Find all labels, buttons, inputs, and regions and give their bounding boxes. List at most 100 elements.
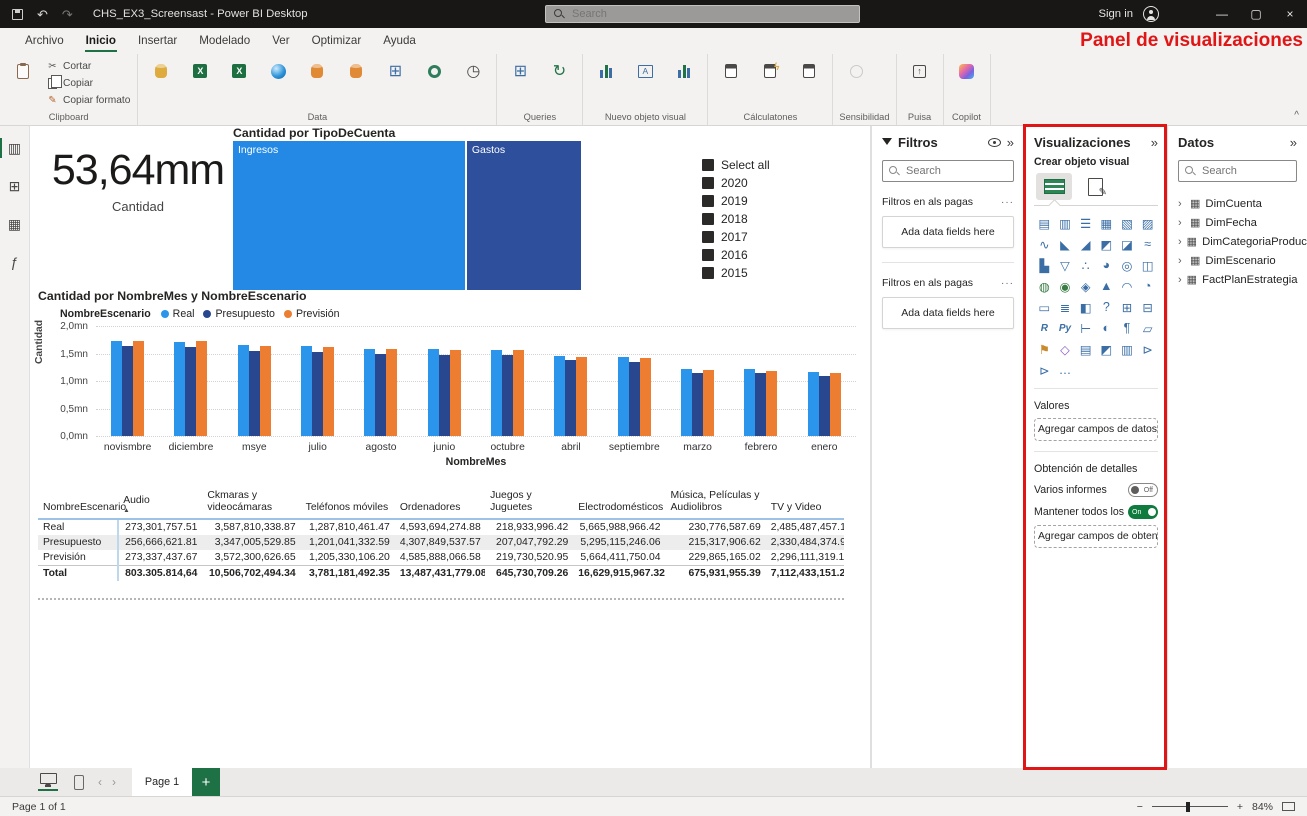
checkbox-icon[interactable] — [702, 195, 714, 207]
ribbon-button-actualizar[interactable]: ↻Actualizar — [540, 57, 578, 111]
line-and-clustered-column-chart-icon[interactable]: ◪ — [1118, 236, 1136, 252]
ribbon-button-libro-excel[interactable]: XLibro Excel — [181, 57, 219, 111]
table-icon[interactable]: ⊞ — [1118, 299, 1136, 315]
bar-previsi-n[interactable] — [196, 341, 207, 436]
slicer-item-2018[interactable]: 2018 — [702, 210, 832, 228]
ribbon-button-cortar[interactable]: ✂Cortar — [43, 59, 133, 74]
bar-presupuesto[interactable] — [629, 362, 640, 436]
collapse-filters-icon[interactable]: » — [1007, 135, 1014, 150]
data-table-dimcuenta[interactable]: ›▦DimCuenta — [1178, 194, 1297, 213]
chevron-right-icon[interactable]: › — [1178, 217, 1185, 229]
bar-previsi-n[interactable] — [260, 346, 271, 436]
ribbon-button-transformar-datos[interactable]: ⊞Transformar datos ▾ — [501, 57, 539, 111]
bar-real[interactable] — [364, 349, 375, 436]
bar-presupuesto[interactable] — [249, 351, 260, 436]
slicer-item-2015[interactable]: 2015 — [702, 264, 832, 282]
next-page-icon[interactable]: › — [112, 775, 116, 789]
filter-drop-zone[interactable]: Ada data fields here — [882, 216, 1014, 248]
collapse-visualizations-icon[interactable]: » — [1151, 135, 1158, 150]
ribbon-button-sql-server[interactable]: SQL Server — [337, 57, 375, 111]
titlebar-search[interactable] — [545, 5, 860, 23]
key-influencers-icon[interactable]: ◐ — [1097, 320, 1115, 336]
stacked-column-chart-icon[interactable]: ▥ — [1056, 215, 1074, 231]
column-header-tel-fonos-m-viles[interactable]: Teléfonos móviles — [301, 488, 395, 519]
bar-presupuesto[interactable] — [185, 347, 196, 436]
report-view-icon[interactable]: ▥ — [2, 136, 28, 160]
menu-tab-insertar[interactable]: Insertar — [127, 29, 188, 54]
table-row[interactable]: Total803.305.814,6410,506,702,494.343,78… — [38, 565, 844, 581]
bar-presupuesto[interactable] — [312, 352, 323, 436]
model-view-icon[interactable]: ▦ — [2, 212, 28, 236]
bar-presupuesto[interactable] — [819, 376, 830, 437]
sign-in-button[interactable]: Sign in — [1098, 8, 1133, 20]
slicer-item-select-all[interactable]: Select all — [702, 156, 832, 174]
data-table-dimfecha[interactable]: ›▦DimFecha — [1178, 213, 1297, 232]
table-row[interactable]: Previsión273,337,437.673,572,300,626.651… — [38, 550, 844, 566]
bar-real[interactable] — [238, 345, 249, 436]
column-header-audio[interactable]: Audio▲ — [118, 488, 202, 519]
checkbox-icon[interactable] — [702, 249, 714, 261]
bar-previsi-n[interactable] — [830, 373, 841, 436]
slicer-item-2016[interactable]: 2016 — [702, 246, 832, 264]
undo-icon[interactable]: ↶ — [37, 8, 48, 21]
data-search-input[interactable] — [1202, 165, 1290, 177]
more-options-icon[interactable]: ··· — [1001, 197, 1014, 208]
zoom-in-button[interactable]: + — [1237, 801, 1243, 813]
matrix-visual[interactable]: NombreEscenarioAudio▲Ckmaras y videocáma… — [38, 488, 844, 581]
kpi-icon[interactable]: ◧ — [1077, 299, 1095, 315]
shape-map-icon[interactable]: ◈ — [1077, 278, 1095, 294]
legend-item-previsi-n[interactable]: Previsión — [284, 308, 340, 320]
table-view-icon[interactable]: ⊞ — [2, 174, 28, 198]
zoom-out-button[interactable]: − — [1137, 801, 1143, 813]
menu-tab-inicio[interactable]: Inicio — [75, 29, 127, 54]
checkbox-icon[interactable] — [702, 177, 714, 189]
bar-previsi-n[interactable] — [703, 370, 714, 436]
checkbox-icon[interactable] — [702, 213, 714, 225]
ribbon-button-pegar[interactable]: Pegar — [4, 57, 42, 111]
bar-previsi-n[interactable] — [576, 357, 587, 436]
menu-tab-optimizar[interactable]: Optimizar — [301, 29, 373, 54]
treemap-visual[interactable]: IngresosGastos — [233, 141, 581, 290]
donut-chart-icon[interactable]: ◎ — [1118, 257, 1136, 273]
scatter-chart-icon[interactable]: ∴ — [1077, 257, 1095, 273]
close-button[interactable]: × — [1273, 0, 1307, 28]
ribbon-button-copilot[interactable]: Copilot — [948, 57, 986, 111]
line-and-stacked-column-chart-icon[interactable]: ◩ — [1097, 236, 1115, 252]
treemap-slice-gastos[interactable]: Gastos — [467, 141, 581, 290]
metrics-icon[interactable]: ◩ — [1097, 341, 1115, 357]
r-script-visual-icon[interactable]: R — [1035, 320, 1053, 336]
ribbon-button-libro-de-excel[interactable]: XLibro de Excel — [220, 57, 258, 111]
maximize-button[interactable]: ▢ — [1239, 0, 1273, 28]
ribbon-button-dataverse[interactable]: Dataverse — [415, 57, 453, 111]
waterfall-chart-icon[interactable]: ▙ — [1035, 257, 1053, 273]
column-header-m-sica-pel-culas-y-audiolibros[interactable]: Música, Películas y Audiolibros — [666, 488, 766, 519]
bar-previsi-n[interactable] — [513, 350, 524, 436]
treemap-slice-ingresos[interactable]: Ingresos — [233, 141, 465, 290]
cross-report-toggle[interactable]: Off — [1128, 483, 1158, 497]
area-chart-icon[interactable]: ◣ — [1056, 236, 1074, 252]
collapse-data-icon[interactable]: » — [1290, 135, 1297, 150]
page-tab[interactable]: Page 1 — [132, 768, 192, 796]
100-stacked-column-chart-icon[interactable]: ▨ — [1139, 215, 1157, 231]
bar-presupuesto[interactable] — [439, 355, 450, 436]
multi-row-card-icon[interactable]: ≣ — [1056, 299, 1074, 315]
stacked-bar-chart-icon[interactable]: ▤ — [1035, 215, 1053, 231]
more-options-icon[interactable]: ··· — [1001, 278, 1014, 289]
dax-query-view-icon[interactable]: ƒ — [2, 250, 28, 274]
redo-icon[interactable]: ↷ — [62, 8, 73, 21]
chevron-right-icon[interactable]: › — [1178, 198, 1185, 210]
chevron-right-icon[interactable]: › — [1178, 274, 1182, 286]
paginated-report-icon[interactable]: ▱ — [1139, 320, 1157, 336]
slicer-item-2019[interactable]: 2019 — [702, 192, 832, 210]
more-options-icon[interactable]: … — [1056, 362, 1074, 378]
filters-search-input[interactable] — [906, 165, 1007, 177]
ribbon-button-nuevo-objeto-visual[interactable]: Nuevo objeto visual — [587, 57, 625, 111]
checkbox-icon[interactable] — [702, 267, 714, 279]
slicer-item-2017[interactable]: 2017 — [702, 228, 832, 246]
mobile-layout-button[interactable] — [74, 775, 84, 790]
ribbon-button-origenes-recientes[interactable]: ◷Origenes recientes ▾ — [454, 57, 492, 111]
ribbon-button-c-lculos[interactable]: Cálculos ▾ — [790, 57, 828, 111]
drillthrough-drop-zone[interactable]: Agregar campos de obten... — [1034, 525, 1158, 548]
values-drop-zone[interactable]: Agregar campos de datos ... — [1034, 418, 1158, 441]
data-table-factplanestrategia[interactable]: ›▦FactPlanEstrategia — [1178, 270, 1297, 289]
